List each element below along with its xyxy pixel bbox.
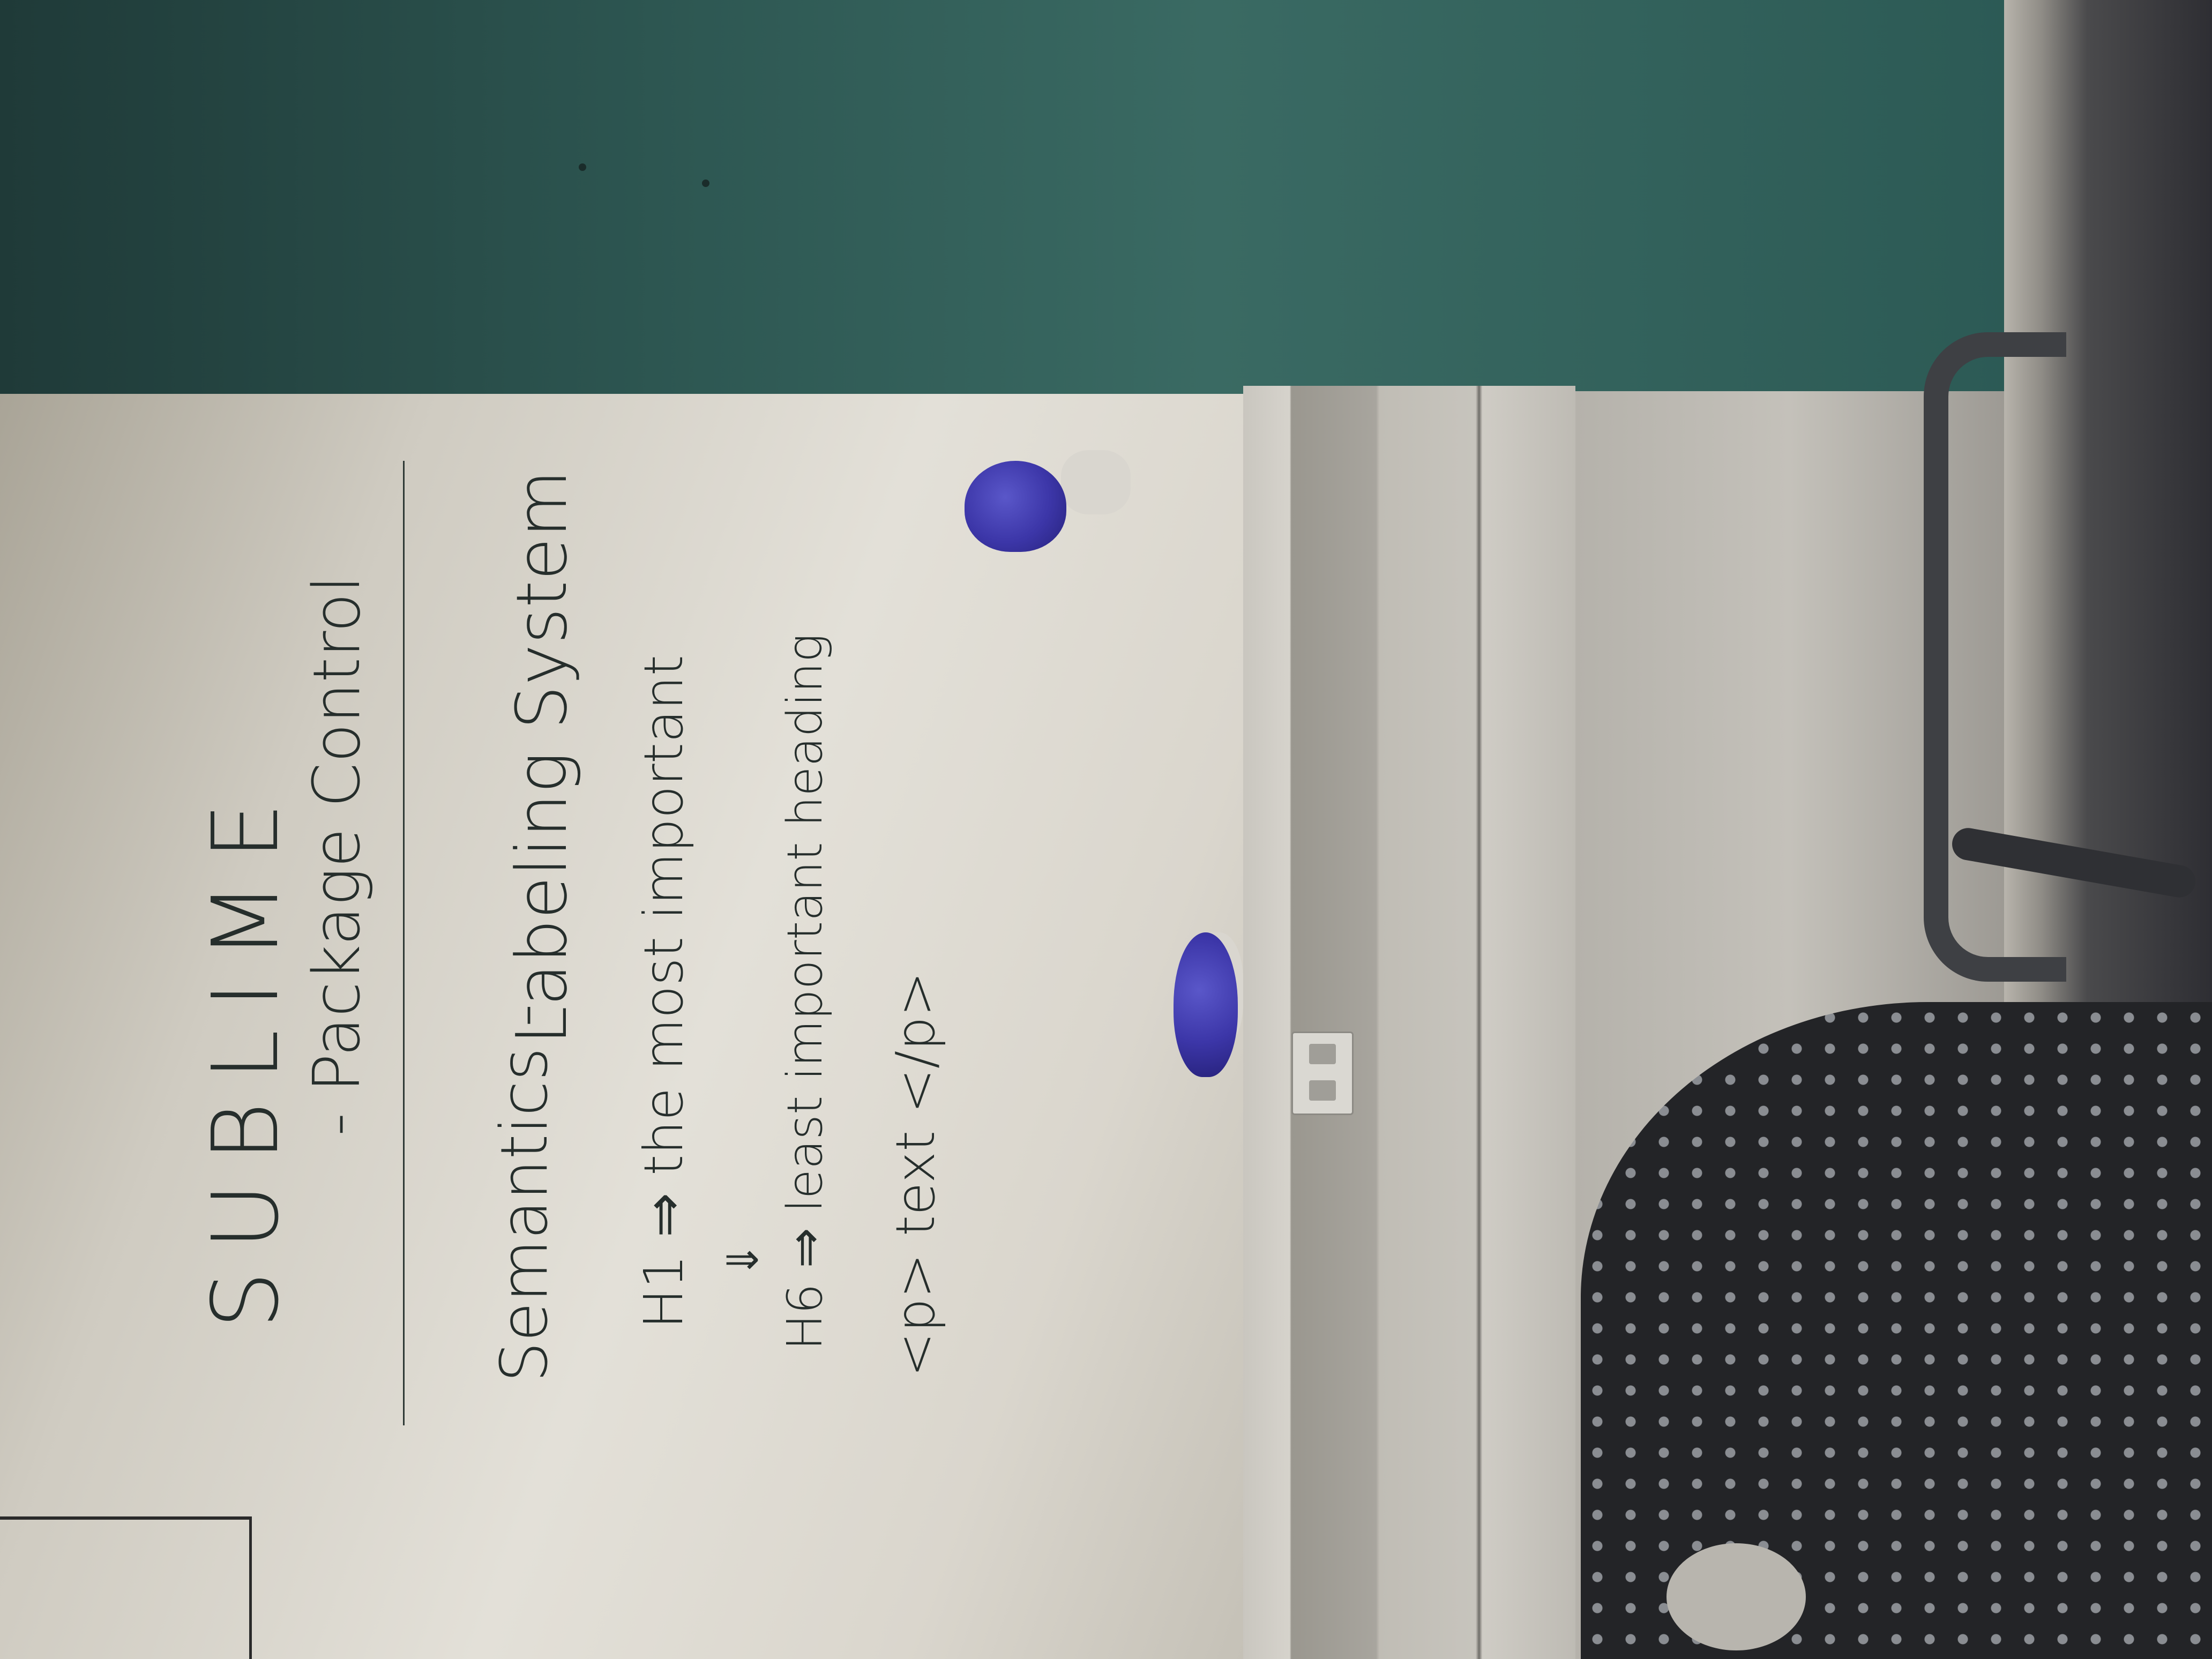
line-semantics: Semantics -: [488, 1004, 562, 1382]
line-package-control: - Package Control: [300, 575, 375, 1136]
line-h6: H6 ⇒ least important heading: [777, 633, 833, 1350]
handwriting: SUBLIME - Package Control Semantics - La…: [0, 0, 2212, 1659]
line-h1: H1 ⇒ the most important: [632, 655, 695, 1329]
photo-scene: SUBLIME - Package Control Semantics - La…: [0, 0, 2212, 1659]
line-labeling-system: Labeling System: [501, 469, 582, 1045]
line-arrow-down: ⇓: [718, 1242, 768, 1278]
title-text: SUBLIME: [193, 781, 299, 1329]
line-paragraph: <p> text </p>: [884, 972, 947, 1377]
